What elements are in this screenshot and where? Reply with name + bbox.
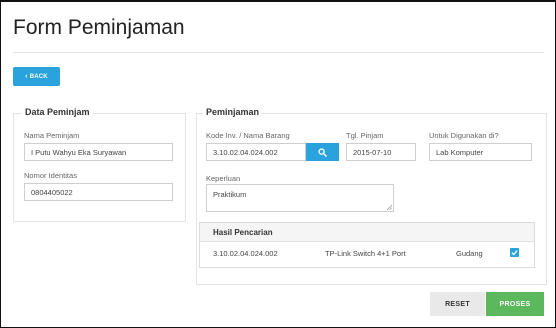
keperluan-textarea[interactable]: Praktikum [206, 184, 394, 212]
keperluan-value: Praktikum [213, 190, 247, 199]
result-checkbox[interactable] [510, 248, 519, 257]
nama-peminjam-value: I Putu Wahyu Eka Suryawan [31, 147, 127, 157]
tgl-pinjam-input[interactable]: 2015-07-10 [346, 143, 416, 161]
nomor-identitas-value: 0804405022 [31, 187, 73, 197]
nama-peminjam-input[interactable]: I Putu Wahyu Eka Suryawan [24, 143, 173, 161]
search-icon [318, 147, 327, 157]
tgl-pinjam-value: 2015-07-10 [353, 147, 392, 157]
nomor-identitas-label: Nomor Identitas [24, 171, 77, 180]
hasil-pencarian-title: Hasil Pencarian [213, 228, 273, 237]
hasil-pencarian-panel: Hasil Pencarian 3.10.02.04.024.002 TP-Li… [199, 222, 535, 268]
chevron-left-icon: ‹ [25, 73, 28, 80]
fieldset-data-peminjam [13, 113, 186, 222]
reset-button[interactable]: RESET [430, 292, 485, 316]
nomor-identitas-input[interactable]: 0804405022 [24, 183, 173, 201]
untuk-digunakan-value: Lab Komputer [436, 147, 484, 157]
tgl-pinjam-label: Tgl. Pinjam [346, 131, 384, 140]
legend-data-peminjam: Data Peminjam [22, 107, 93, 117]
kode-inv-input[interactable]: 3.10.02.04.024.002 [206, 143, 306, 161]
result-nama: TP-Link Switch 4+1 Port [325, 249, 406, 258]
kode-inv-value: 3.10.02.04.024.002 [213, 147, 278, 157]
page-title: Form Peminjaman [13, 16, 185, 39]
back-button[interactable]: ‹ BACK [13, 67, 60, 86]
search-button[interactable] [306, 143, 339, 161]
untuk-digunakan-label: Untuk Digunakan di? [429, 131, 499, 140]
result-kode: 3.10.02.04.024.002 [213, 249, 278, 258]
proses-button[interactable]: PROSES [486, 292, 544, 316]
title-divider [13, 52, 544, 53]
resize-grip-icon[interactable] [386, 204, 392, 210]
nama-peminjam-label: Nama Peminjam [24, 131, 80, 140]
hasil-pencarian-header: Hasil Pencarian [200, 223, 534, 242]
untuk-digunakan-input[interactable]: Lab Komputer [429, 143, 532, 161]
kode-inv-label: Kode Inv. / Nama Barang [206, 131, 290, 140]
result-lokasi: Gudang [456, 249, 483, 258]
keperluan-label: Keperluan [206, 174, 241, 183]
legend-peminjaman: Peminjaman [203, 107, 263, 117]
check-icon [511, 250, 518, 256]
back-label: BACK [29, 73, 48, 80]
